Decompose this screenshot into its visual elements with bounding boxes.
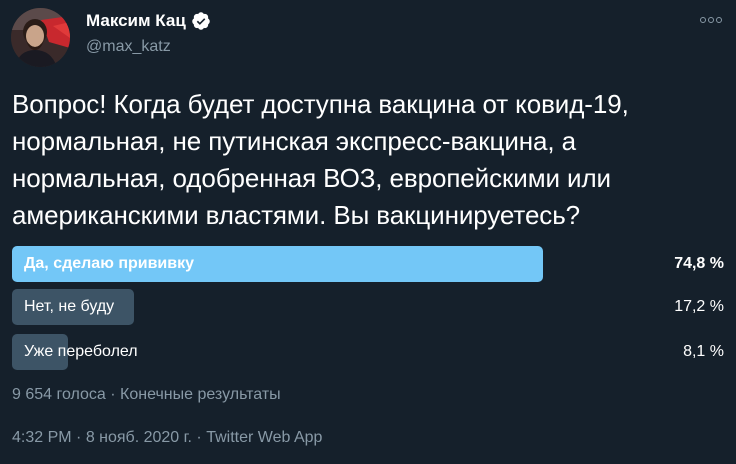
verified-badge-icon — [191, 11, 211, 31]
poll-option-label: Нет, не буду — [24, 298, 115, 315]
separator: · — [71, 429, 86, 446]
tweet-date[interactable]: 8 нояб. 2020 г. — [86, 429, 192, 446]
poll-option-percent: 74,8 % — [674, 255, 724, 272]
poll-option-2: Нет, не буду 17,2 % — [12, 289, 724, 325]
more-dot — [700, 17, 706, 23]
separator: · — [191, 429, 207, 446]
more-dot — [716, 17, 722, 23]
author-handle[interactable]: @max_katz — [86, 38, 171, 56]
poll-option-percent: 17,2 % — [674, 298, 724, 315]
poll-option-3: Уже переболел 8,1 % — [12, 334, 724, 370]
tweet-text: Вопрос! Когда будет доступна вакцина от … — [12, 89, 629, 230]
author-name-text: Максим Кац — [86, 11, 186, 30]
poll-votes-count: 9 654 голоса — [12, 386, 106, 403]
more-options-icon[interactable] — [700, 10, 722, 30]
avatar-photo — [11, 8, 70, 67]
poll-option-label: Да, сделаю прививку — [24, 255, 194, 272]
author-name[interactable]: Максим Кац — [86, 11, 211, 31]
poll-results-meta: 9 654 голоса · Конечные результаты — [12, 386, 281, 404]
tweet-client[interactable]: Twitter Web App — [206, 429, 322, 446]
tweet: Максим Кац @max_katz Вопрос! Когда будет… — [0, 0, 736, 464]
poll-option-percent: 8,1 % — [683, 343, 724, 360]
poll-option-1: Да, сделаю прививку 74,8 % — [12, 246, 724, 282]
avatar[interactable] — [11, 8, 70, 67]
tweet-timestamp: 4:32 PM · 8 нояб. 2020 г. · Twitter Web … — [12, 429, 322, 447]
tweet-time[interactable]: 4:32 PM — [12, 429, 72, 446]
poll-option-label: Уже переболел — [24, 343, 138, 360]
poll-status: Конечные результаты — [120, 386, 281, 403]
more-dot — [708, 17, 714, 23]
separator: · — [105, 386, 121, 403]
